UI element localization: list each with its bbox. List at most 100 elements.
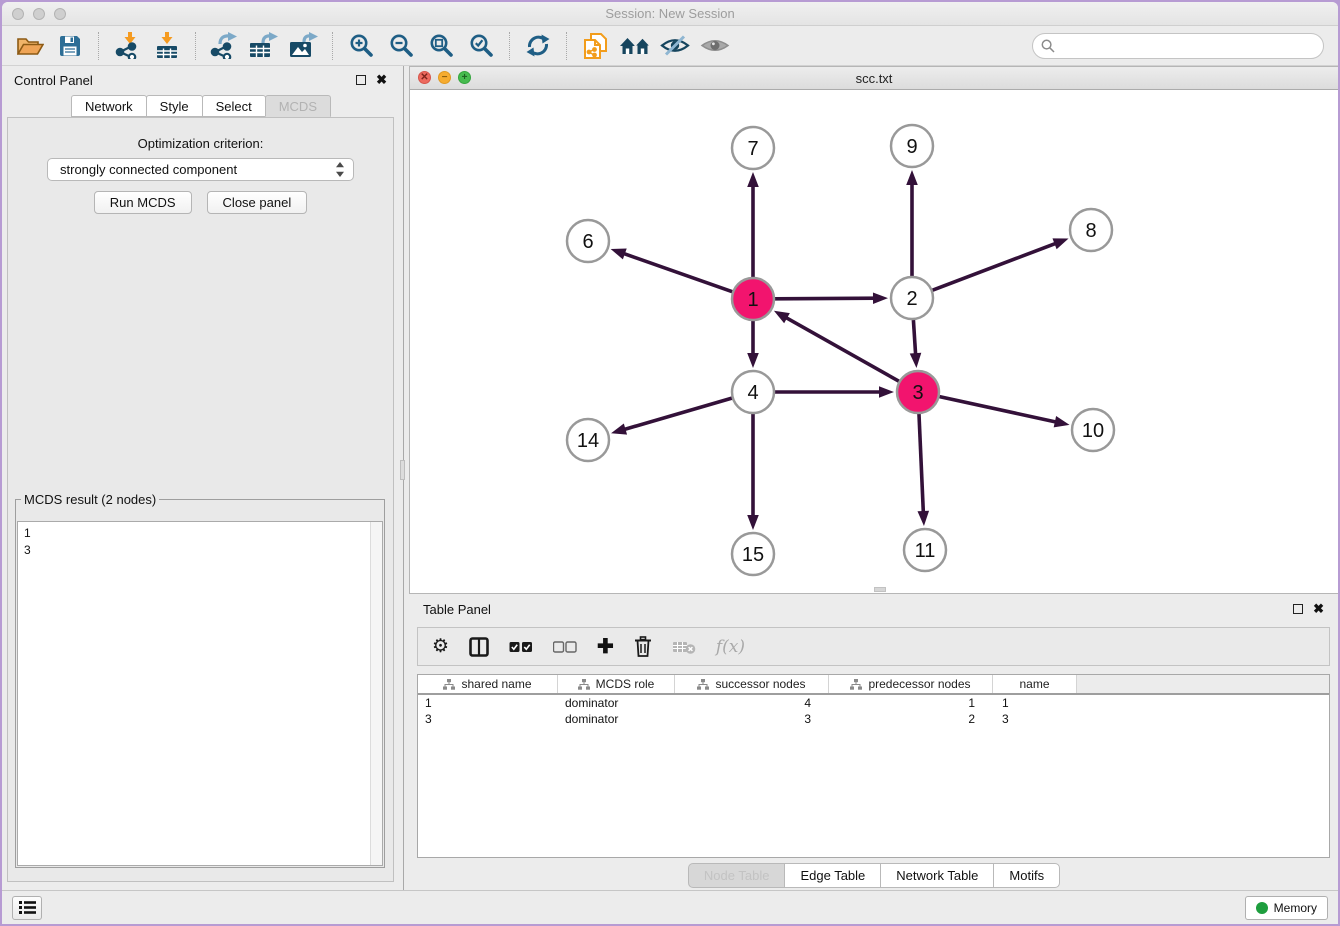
cell-shared-name[interactable]: 1 xyxy=(418,696,558,710)
toolbar-separator xyxy=(195,32,196,60)
select-all-columns-icon[interactable] xyxy=(509,641,533,653)
tab-style[interactable]: Style xyxy=(146,95,203,117)
hide-panel-button[interactable] xyxy=(657,30,693,62)
close-window-button[interactable] xyxy=(12,8,24,20)
cell-name[interactable]: 3 xyxy=(993,712,1077,726)
mcds-result-value: 3 xyxy=(18,542,382,559)
zoom-window-button[interactable] xyxy=(54,8,66,20)
toolbar-separator xyxy=(509,32,510,60)
zoom-out-icon xyxy=(389,33,414,58)
graph-node-label: 2 xyxy=(906,288,917,310)
main-toolbar xyxy=(2,26,1338,66)
cell-shared-name[interactable]: 3 xyxy=(418,712,558,726)
home-icon xyxy=(619,34,651,58)
table-settings-gear-icon[interactable]: ⚙ xyxy=(432,635,449,658)
zoom-selected-button[interactable] xyxy=(463,30,499,62)
network-maximize-button[interactable]: + xyxy=(458,71,471,84)
show-panel-button[interactable] xyxy=(697,30,733,62)
memory-button[interactable]: Memory xyxy=(1245,896,1328,920)
minimize-window-button[interactable] xyxy=(33,8,45,20)
table-row[interactable]: 1 dominator 4 1 1 xyxy=(418,695,1329,711)
node-table: shared name MCDS role successor nodes xyxy=(417,674,1330,858)
create-column-icon[interactable]: ✚ xyxy=(597,634,614,659)
network-window-titlebar: ✕ − + scc.txt xyxy=(410,67,1338,90)
column-header-successor-nodes[interactable]: successor nodes xyxy=(675,675,829,693)
show-columns-icon[interactable] xyxy=(469,637,489,657)
export-network-button[interactable] xyxy=(206,30,242,62)
network-graph[interactable]: 1234678910111415 xyxy=(410,90,1338,593)
hide-eye-icon xyxy=(660,34,690,57)
divider-handle[interactable] xyxy=(400,460,405,480)
export-table-button[interactable] xyxy=(246,30,282,62)
column-header-predecessor-nodes[interactable]: predecessor nodes xyxy=(829,675,993,693)
task-history-button[interactable] xyxy=(12,896,42,920)
tab-network-table[interactable]: Network Table xyxy=(880,863,994,888)
network-minimize-button[interactable]: − xyxy=(438,71,451,84)
tab-edge-table[interactable]: Edge Table xyxy=(784,863,881,888)
optimization-criterion-dropdown[interactable]: strongly connected component xyxy=(47,158,354,181)
zoom-fit-button[interactable] xyxy=(423,30,459,62)
mcds-result-group: MCDS result (2 nodes) 1 3 xyxy=(15,492,385,868)
close-table-panel-icon[interactable]: ✖ xyxy=(1313,604,1324,614)
export-image-button[interactable] xyxy=(286,30,322,62)
save-icon xyxy=(59,35,81,57)
delete-column-icon[interactable] xyxy=(634,636,652,657)
close-panel-icon[interactable]: ✖ xyxy=(376,75,387,85)
import-table-button[interactable] xyxy=(149,30,185,62)
tab-node-table[interactable]: Node Table xyxy=(688,863,786,888)
search-input[interactable] xyxy=(1032,33,1324,59)
zoom-in-button[interactable] xyxy=(343,30,379,62)
network-hscroll-handle[interactable] xyxy=(874,587,886,592)
run-mcds-button[interactable]: Run MCDS xyxy=(94,191,192,214)
application-window: Session: New Session xyxy=(2,2,1338,924)
tab-network[interactable]: Network xyxy=(71,95,147,117)
search-icon xyxy=(1041,39,1055,53)
tab-select[interactable]: Select xyxy=(202,95,266,117)
close-panel-button[interactable]: Close panel xyxy=(207,191,308,214)
column-label: predecessor nodes xyxy=(868,677,970,691)
memory-status-dot xyxy=(1256,902,1268,914)
result-scrollbar[interactable] xyxy=(370,522,382,865)
search-field xyxy=(1032,33,1324,59)
graph-node-label: 11 xyxy=(915,540,936,562)
import-network-button[interactable] xyxy=(109,30,145,62)
session-title: Session: New Session xyxy=(605,6,734,21)
table-panel-title: Table Panel xyxy=(423,602,1293,617)
mcds-result-textarea[interactable]: 1 3 xyxy=(17,521,383,866)
zoom-out-button[interactable] xyxy=(383,30,419,62)
export-network-icon xyxy=(210,32,238,59)
table-row[interactable]: 3 dominator 3 2 3 xyxy=(418,711,1329,727)
column-header-mcds-role[interactable]: MCDS role xyxy=(558,675,675,693)
table-panel: Table Panel ✖ ⚙ xyxy=(409,596,1338,890)
column-header-shared-name[interactable]: shared name xyxy=(418,675,558,693)
open-session-button[interactable] xyxy=(12,30,48,62)
cell-successor-nodes[interactable]: 4 xyxy=(675,696,829,710)
tab-motifs[interactable]: Motifs xyxy=(993,863,1060,888)
float-table-panel-icon[interactable] xyxy=(1293,604,1303,614)
refresh-view-button[interactable] xyxy=(520,30,556,62)
function-builder-icon-disabled: f(x) xyxy=(716,637,745,657)
network-close-button[interactable]: ✕ xyxy=(418,71,431,84)
cell-mcds-role[interactable]: dominator xyxy=(558,712,675,726)
copy-network-button[interactable] xyxy=(577,30,613,62)
float-panel-icon[interactable] xyxy=(356,75,366,85)
column-header-name[interactable]: name xyxy=(993,675,1077,693)
panel-divider[interactable] xyxy=(399,66,406,890)
unselect-all-columns-icon[interactable] xyxy=(553,641,577,653)
column-label: shared name xyxy=(461,677,531,691)
hierarchy-icon xyxy=(443,679,455,690)
graph-node-label: 6 xyxy=(582,231,593,253)
save-session-button[interactable] xyxy=(52,30,88,62)
cell-predecessor-nodes[interactable]: 2 xyxy=(829,712,993,726)
cell-predecessor-nodes[interactable]: 1 xyxy=(829,696,993,710)
cell-mcds-role[interactable]: dominator xyxy=(558,696,675,710)
network-window: ✕ − + scc.txt 1234678910111415 xyxy=(409,66,1338,594)
cell-name[interactable]: 1 xyxy=(993,696,1077,710)
cell-successor-nodes[interactable]: 3 xyxy=(675,712,829,726)
network-file-icon xyxy=(582,32,608,60)
toolbar-separator xyxy=(98,32,99,60)
control-panel-title: Control Panel xyxy=(14,73,356,88)
home-button[interactable] xyxy=(617,30,653,62)
network-canvas[interactable]: 1234678910111415 xyxy=(410,90,1338,593)
tab-mcds[interactable]: MCDS xyxy=(265,95,331,117)
